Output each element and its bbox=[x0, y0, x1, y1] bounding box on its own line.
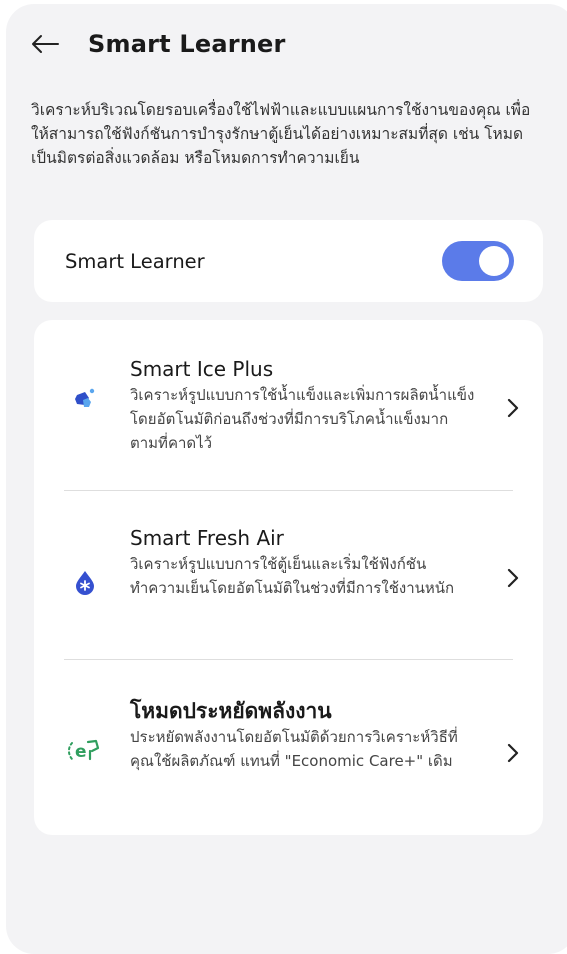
chevron-right-icon bbox=[507, 743, 519, 763]
page-title: Smart Learner bbox=[88, 30, 286, 58]
smart-learner-toggle-row[interactable]: Smart Learner bbox=[34, 220, 543, 302]
header: Smart Learner bbox=[30, 24, 286, 64]
feature-description: ประหยัดพลังงานโดยอัตโนมัติด้วยการวิเคราะ… bbox=[130, 728, 458, 770]
toggle-knob bbox=[479, 246, 509, 276]
feature-title: โหมดประหยัดพลังงาน bbox=[130, 699, 332, 723]
feature-text: Smart Fresh Air วิเคราะห์รูปแบบการใช้ตู้… bbox=[130, 525, 475, 600]
arrow-left-icon bbox=[32, 35, 59, 53]
features-card: Smart Ice Plus วิเคราะห์รูปแบบการใช้น้ำแ… bbox=[34, 320, 543, 835]
app-screen: Smart Learner วิเคราะห์บริเวณโดยรอบเครื่… bbox=[6, 4, 567, 954]
feature-energy-saving-mode[interactable]: e โหมดประหยัดพลังงาน ประหยัดพลังงานโดยอั… bbox=[34, 660, 543, 835]
feature-smart-ice-plus[interactable]: Smart Ice Plus วิเคราะห์รูปแบบการใช้น้ำแ… bbox=[34, 320, 543, 490]
feature-title: Smart Ice Plus bbox=[130, 357, 274, 381]
feature-text: โหมดประหยัดพลังงาน ประหยัดพลังงานโดยอัตโ… bbox=[130, 698, 475, 773]
smart-learner-toggle[interactable] bbox=[442, 241, 514, 281]
page-description: วิเคราะห์บริเวณโดยรอบเครื่องใช้ไฟฟ้าและแ… bbox=[31, 101, 531, 167]
eco-energy-icon: e bbox=[68, 738, 102, 764]
svg-text:e: e bbox=[75, 742, 87, 762]
feature-description: วิเคราะห์รูปแบบการใช้น้ำแข็งและเพิ่มการผ… bbox=[130, 386, 475, 452]
feature-text: Smart Ice Plus วิเคราะห์รูปแบบการใช้น้ำแ… bbox=[130, 356, 475, 455]
back-button[interactable] bbox=[30, 24, 70, 64]
chevron-right-icon bbox=[507, 568, 519, 588]
feature-title: Smart Fresh Air bbox=[130, 526, 284, 550]
chevron-right-icon bbox=[507, 398, 519, 418]
toggle-label: Smart Learner bbox=[65, 249, 205, 273]
feature-description: วิเคราะห์รูปแบบการใช้ตู้เย็นและเริ่มใช้ฟ… bbox=[130, 555, 455, 597]
feature-smart-fresh-air[interactable]: Smart Fresh Air วิเคราะห์รูปแบบการใช้ตู้… bbox=[34, 491, 543, 659]
ice-cubes-icon bbox=[72, 386, 98, 412]
fresh-air-drop-icon bbox=[72, 569, 98, 595]
